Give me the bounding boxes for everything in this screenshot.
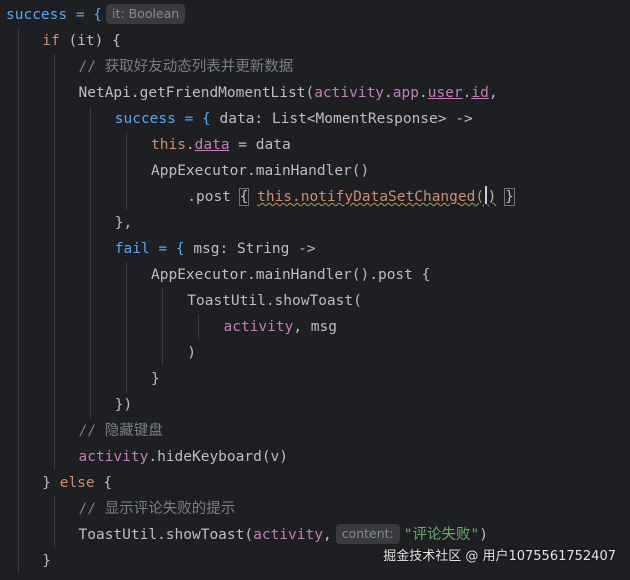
code-line[interactable]: activity, msg <box>0 314 630 340</box>
code-token: . <box>185 137 195 153</box>
code-token: activity <box>314 85 385 101</box>
text-caret <box>485 186 487 204</box>
code-token: activity <box>253 527 323 543</box>
code-token: // 获取好友动态列表并更新数据 <box>78 59 294 75</box>
code-token: { <box>94 475 113 491</box>
code-token: "评论失败" <box>403 527 480 543</box>
code-line[interactable]: ) <box>0 340 630 366</box>
code-token: (it) { <box>59 33 121 49</box>
code-token: this <box>151 137 186 153</box>
code-token: // 显示评论失败的提示 <box>78 501 236 517</box>
code-token: ToastUtil.showToast( <box>78 527 254 543</box>
code-token: . <box>418 85 428 101</box>
code-line[interactable]: } else { <box>0 470 630 496</box>
code-token: AppExecutor.mainHandler().post { <box>151 267 431 283</box>
code-line[interactable]: this.data = data <box>0 132 630 158</box>
code-token: = data <box>229 137 291 153</box>
code-token: } <box>42 553 51 569</box>
code-line[interactable]: // 获取好友动态列表并更新数据 <box>0 54 630 80</box>
code-line[interactable]: success = {it: Boolean <box>0 2 630 28</box>
code-token: NetApi.getFriendMomentList( <box>78 85 315 101</box>
code-token: .hideKeyboard(v) <box>148 449 289 465</box>
code-token: }) <box>114 397 133 413</box>
code-token: app <box>392 85 419 101</box>
watermark: 掘金技术社区 @ 用户1075561752407 <box>383 549 616 564</box>
code-token: } <box>151 371 160 387</box>
code-token: } <box>504 188 515 206</box>
code-token: // 隐藏键盘 <box>78 423 163 439</box>
code-line[interactable]: }, <box>0 210 630 236</box>
code-token: , msg <box>293 319 337 335</box>
code-line[interactable]: success = { data: List<MomentResponse> -… <box>0 106 630 132</box>
code-line[interactable]: AppExecutor.mainHandler() <box>0 158 630 184</box>
code-token: data <box>194 137 230 153</box>
code-line[interactable]: ToastUtil.showToast( <box>0 288 630 314</box>
code-line[interactable]: AppExecutor.mainHandler().post { <box>0 262 630 288</box>
code-token: }, <box>114 215 133 231</box>
code-token: success = { <box>114 111 211 127</box>
inlay-hint: it: Boolean <box>106 4 186 24</box>
code-token: ) <box>479 527 488 543</box>
inlay-hint: content: <box>335 524 400 544</box>
code-token: success = { <box>6 7 103 23</box>
code-token: activity <box>78 449 149 465</box>
code-line[interactable]: activity.hideKeyboard(v) <box>0 444 630 470</box>
code-token: . <box>384 85 393 101</box>
code-token: this.notifyDataSetChanged( <box>257 189 485 205</box>
code-token: ) <box>187 345 196 361</box>
code-token: ToastUtil.showToast( <box>187 293 362 309</box>
code-token: , <box>322 527 332 543</box>
code-token: activity <box>223 319 294 335</box>
code-line[interactable]: .post { this.notifyDataSetChanged() } <box>0 184 630 210</box>
code-line[interactable]: // 显示评论失败的提示 <box>0 496 630 522</box>
code-line[interactable]: // 隐藏键盘 <box>0 418 630 444</box>
code-token: id <box>471 85 489 101</box>
code-token: else <box>59 475 95 491</box>
code-line[interactable]: } <box>0 366 630 392</box>
code-token: data: List<MomentResponse> -> <box>210 111 473 127</box>
code-line[interactable]: NetApi.getFriendMomentList(activity.app.… <box>0 80 630 106</box>
code-token: if <box>42 33 60 49</box>
code-token: , <box>488 85 498 101</box>
code-token: .post <box>187 189 240 205</box>
code-line[interactable]: fail = { msg: String -> <box>0 236 630 262</box>
code-token: AppExecutor.mainHandler() <box>151 163 370 179</box>
code-token: fail = { <box>114 241 185 257</box>
code-line[interactable]: }) <box>0 392 630 418</box>
code-token: } <box>42 475 60 491</box>
code-token: user <box>427 85 463 101</box>
code-line[interactable]: if (it) { <box>0 28 630 54</box>
code-editor[interactable]: success = {it: Boolean if (it) {// 获取好友动态… <box>0 0 630 580</box>
code-token: msg: String -> <box>184 241 316 257</box>
